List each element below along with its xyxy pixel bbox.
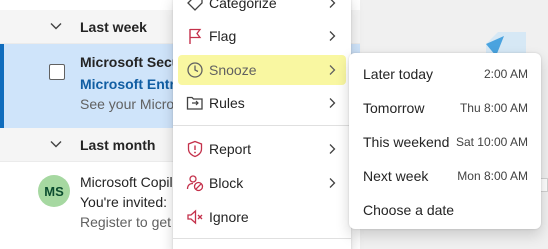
mail-sender: Microsoft Secu <box>80 54 180 70</box>
selection-indicator <box>0 44 4 128</box>
snooze-option-label: Later today <box>363 66 434 82</box>
chevron-right-icon <box>329 178 336 188</box>
mail-preview: Register to get <box>80 214 172 230</box>
chevron-right-icon <box>329 98 336 108</box>
menu-item-label: Snooze <box>209 62 257 78</box>
snooze-option-time: Thu 8:00 AM <box>459 101 528 115</box>
snooze-next-week[interactable]: Next week Mon 8:00 AM <box>353 160 537 192</box>
snooze-later-today[interactable]: Later today 2:00 AM <box>353 58 537 90</box>
snooze-tomorrow[interactable]: Tomorrow Thu 8:00 AM <box>353 92 537 124</box>
mail-preview: See your Micro <box>80 96 175 112</box>
flag-icon <box>189 28 202 44</box>
avatar: MS <box>38 175 70 207</box>
menu-item-label: Block <box>209 175 244 191</box>
select-checkbox[interactable] <box>49 64 65 80</box>
tag-icon <box>187 0 203 11</box>
snooze-option-label: Next week <box>363 168 429 184</box>
clock-icon <box>187 62 203 78</box>
mail-sender: Microsoft Copil <box>80 174 173 190</box>
group-label: Last month <box>80 137 156 153</box>
snooze-option-label: This weekend <box>363 134 450 150</box>
snooze-this-weekend[interactable]: This weekend Sat 10:00 AM <box>353 126 537 158</box>
menu-item-label: Rules <box>209 95 245 111</box>
menu-item-label: Flag <box>209 28 237 44</box>
rules-icon <box>186 96 203 110</box>
chevron-down-icon <box>50 23 62 30</box>
snooze-option-label: Choose a date <box>363 202 455 218</box>
chevron-down-icon <box>50 141 62 148</box>
menu-item-rules[interactable]: Rules <box>178 88 346 118</box>
menu-item-block[interactable]: Block <box>178 168 346 198</box>
ignore-icon <box>187 209 203 225</box>
shield-icon <box>187 140 203 158</box>
snooze-option-time: Sat 10:00 AM <box>455 135 528 149</box>
block-user-icon <box>186 175 204 192</box>
mail-subject: Microsoft Entra <box>80 76 180 92</box>
snooze-option-time: Mon 8:00 AM <box>457 169 528 183</box>
mail-subject: You're invited: <box>80 194 167 210</box>
menu-item-label: Categorize <box>209 0 277 11</box>
menu-item-report[interactable]: Report <box>178 134 346 164</box>
chevron-right-icon <box>329 0 336 8</box>
menu-item-ignore[interactable]: Ignore <box>178 202 346 232</box>
chevron-right-icon <box>329 65 336 75</box>
menu-item-label: Ignore <box>209 209 249 225</box>
group-label: Last week <box>80 19 147 35</box>
chevron-right-icon <box>329 144 336 154</box>
menu-item-flag[interactable]: Flag <box>178 21 346 51</box>
menu-item-label: Report <box>209 141 252 157</box>
menu-divider <box>173 238 351 239</box>
menu-item-categorize[interactable]: Categorize <box>178 0 346 18</box>
chevron-right-icon <box>329 31 336 41</box>
snooze-option-label: Tomorrow <box>363 100 425 116</box>
snooze-submenu: Later today 2:00 AM Tomorrow Thu 8:00 AM… <box>349 53 541 229</box>
menu-divider <box>173 125 351 126</box>
snooze-option-time: 2:00 AM <box>483 67 528 81</box>
context-menu: Categorize Flag Snooze Rules Report Bloc… <box>173 0 351 249</box>
snooze-choose-date[interactable]: Choose a date <box>353 194 537 226</box>
menu-item-snooze[interactable]: Snooze <box>178 55 346 85</box>
